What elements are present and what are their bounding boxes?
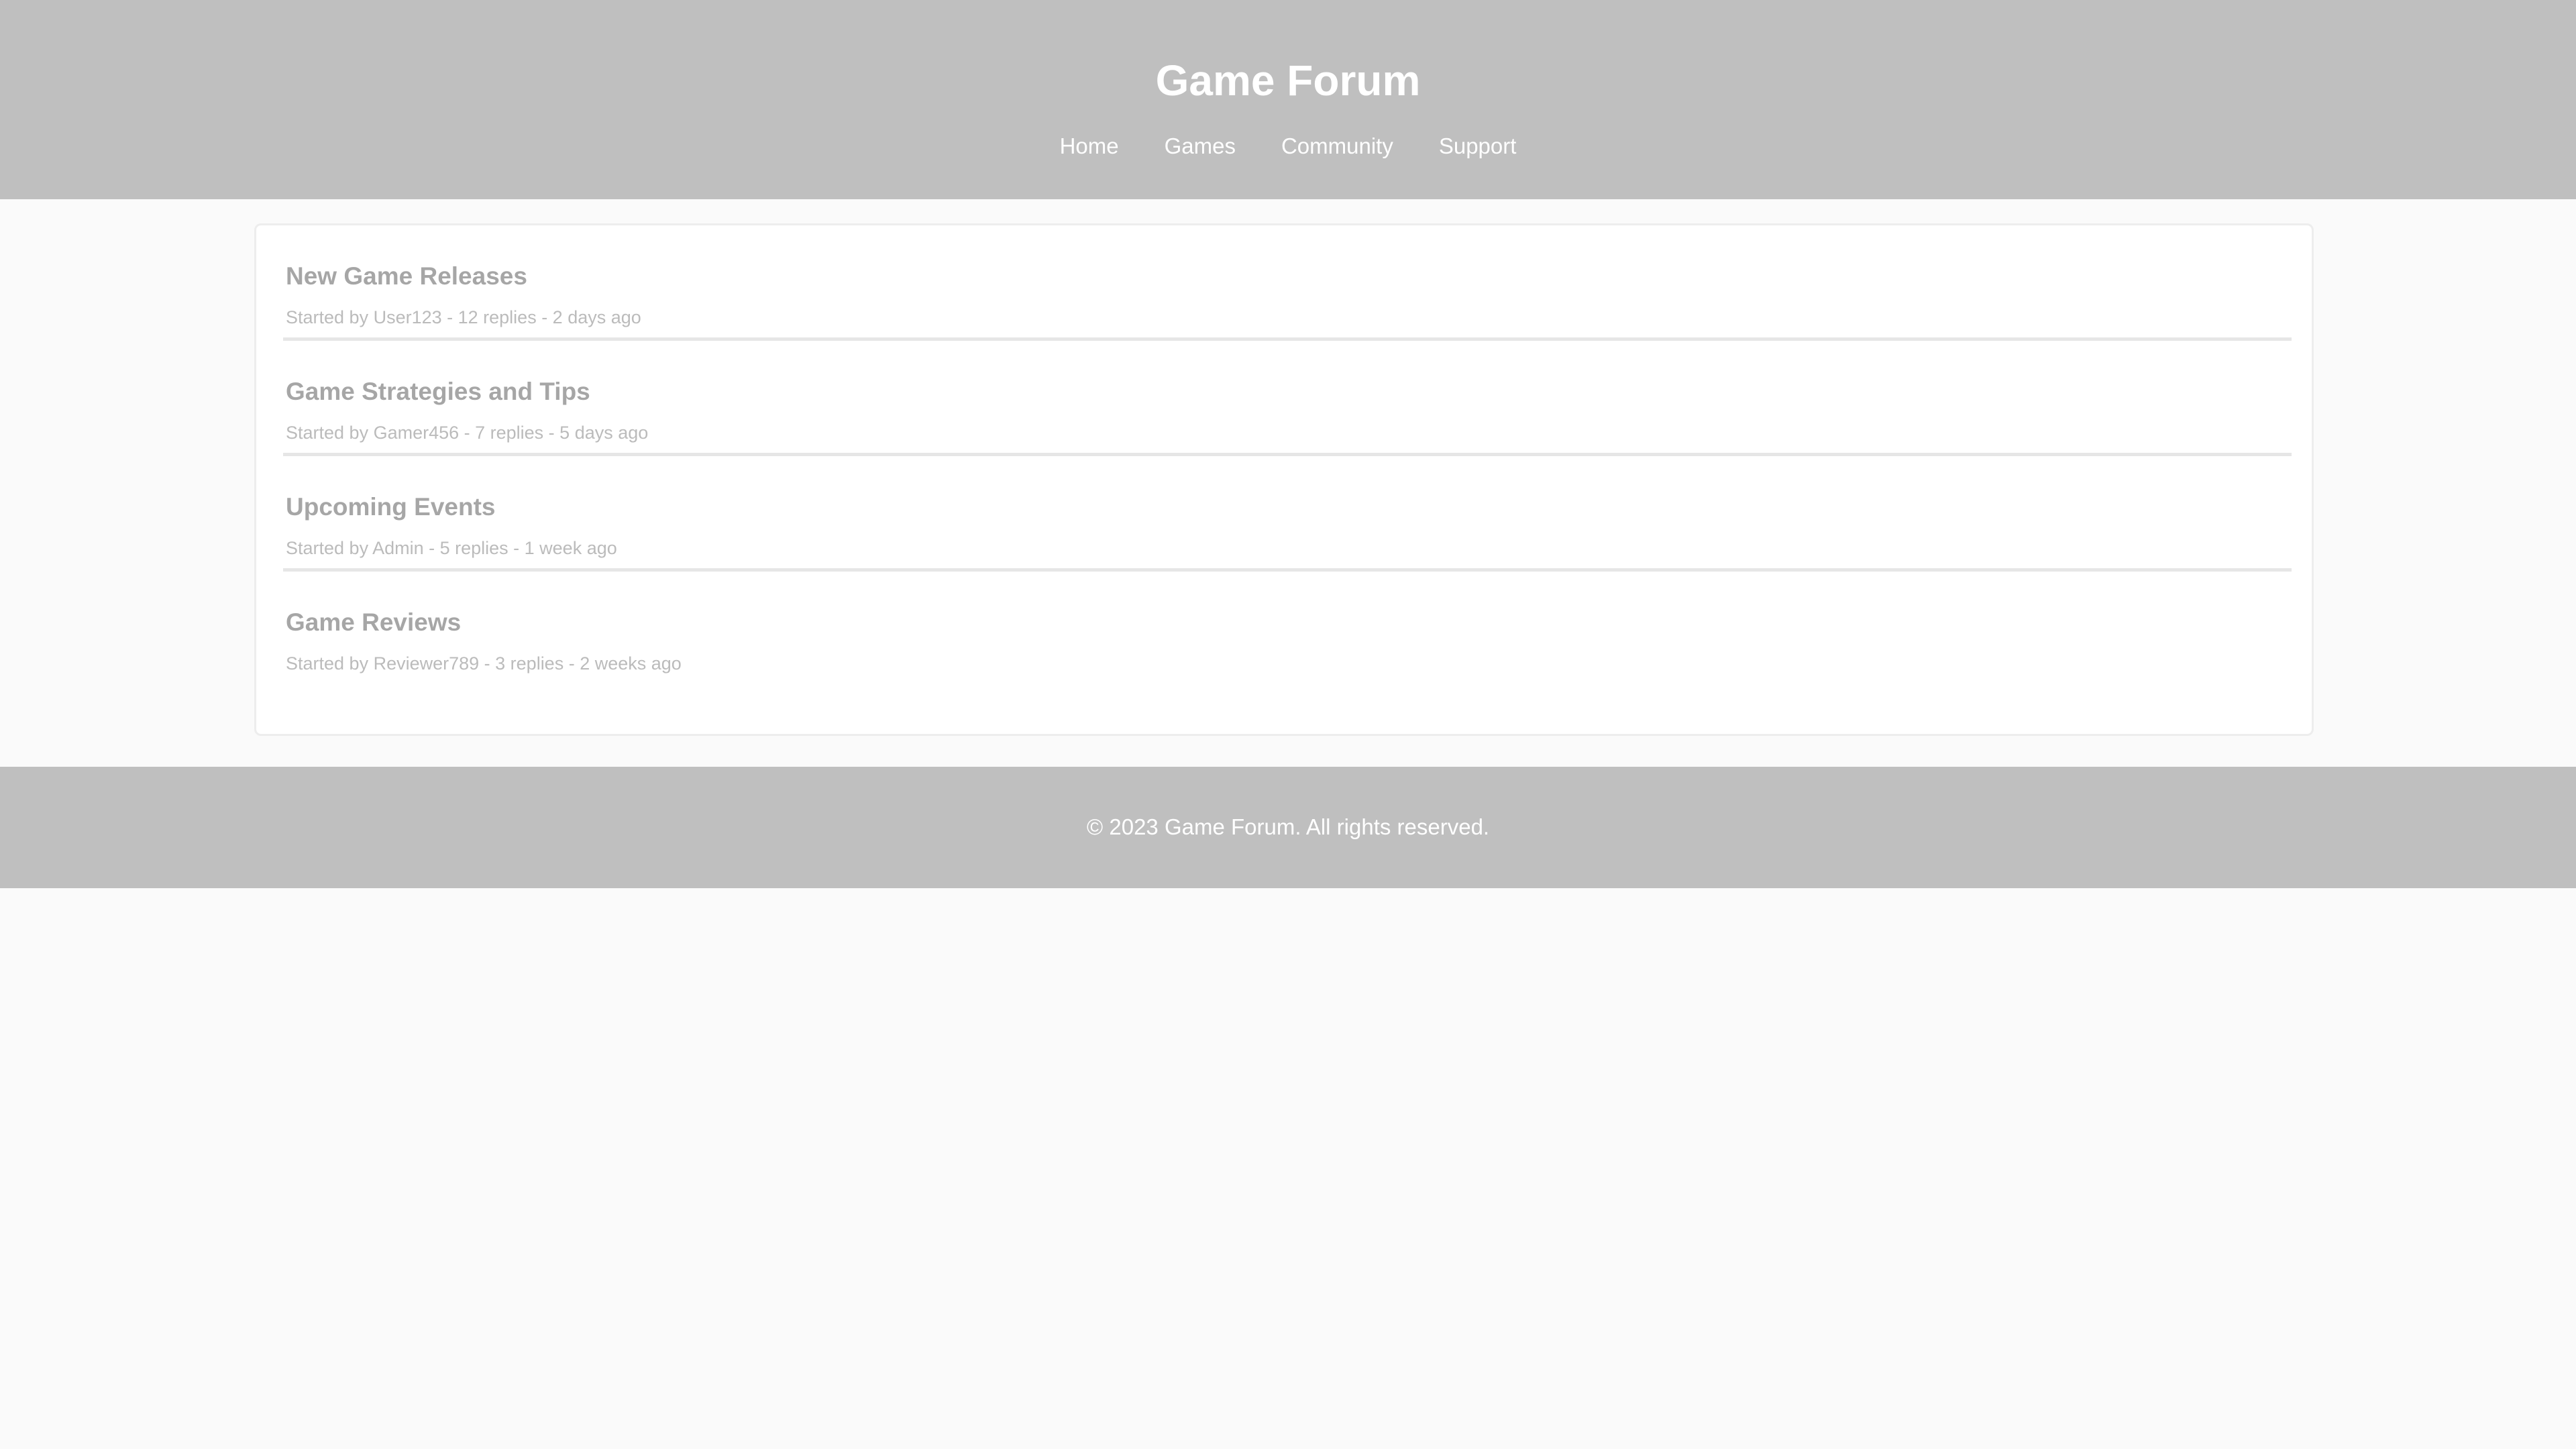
main-nav: Home Games Community Support: [0, 131, 2576, 161]
thread-title[interactable]: Game Reviews: [286, 608, 461, 637]
thread-meta: Started by User123 - 12 replies - 2 days…: [286, 307, 641, 327]
thread-title[interactable]: Upcoming Events: [286, 492, 496, 522]
thread-item[interactable]: Game Strategies and Tips Started by Game…: [283, 341, 2292, 456]
nav-games-link[interactable]: Games: [1165, 131, 1236, 161]
nav-home-link[interactable]: Home: [1060, 131, 1119, 161]
thread-meta: Started by Gamer456 - 7 replies - 5 days…: [286, 423, 649, 443]
thread-item[interactable]: Upcoming Events Started by Admin - 5 rep…: [283, 456, 2292, 572]
thread-list: New Game Releases Started by User123 - 1…: [254, 223, 2314, 736]
site-header: Game Forum Home Games Community Support: [0, 0, 2576, 199]
thread-item[interactable]: Game Reviews Started by Reviewer789 - 3 …: [283, 572, 2292, 687]
site-footer: © 2023 Game Forum. All rights reserved.: [0, 767, 2576, 888]
thread-title[interactable]: New Game Releases: [286, 262, 527, 291]
nav-community-link[interactable]: Community: [1281, 131, 1393, 161]
thread-meta: Started by Reviewer789 - 3 replies - 2 w…: [286, 653, 682, 674]
nav-support-link[interactable]: Support: [1439, 131, 1517, 161]
site-title: Game Forum: [1155, 56, 1421, 105]
thread-title[interactable]: Game Strategies and Tips: [286, 377, 590, 407]
thread-meta: Started by Admin - 5 replies - 1 week ag…: [286, 538, 617, 558]
copyright-text: © 2023 Game Forum. All rights reserved.: [1086, 814, 1490, 839]
thread-item[interactable]: New Game Releases Started by User123 - 1…: [283, 225, 2292, 341]
